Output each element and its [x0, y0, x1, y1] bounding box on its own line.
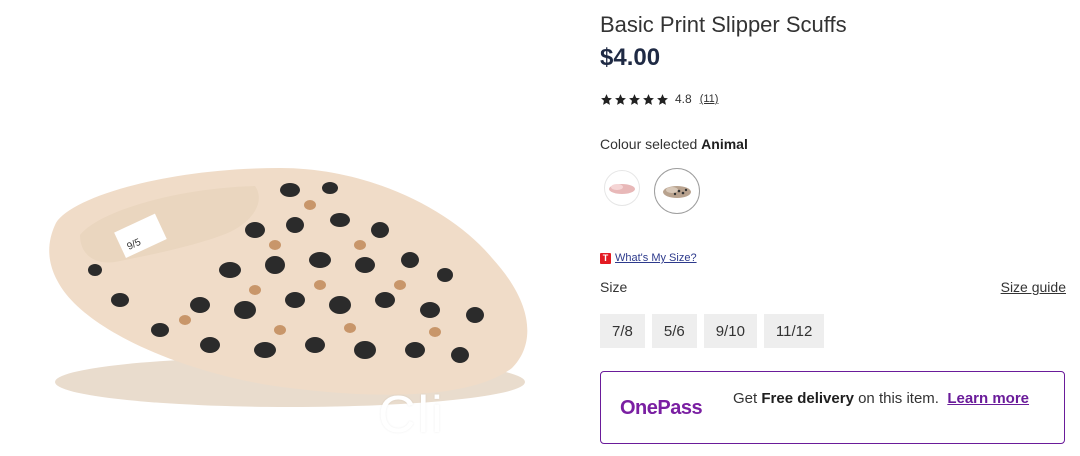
star-icon	[629, 93, 640, 105]
swatch-pink[interactable]	[604, 170, 640, 206]
colour-selected: Colour selected Animal	[600, 136, 748, 152]
animal-slipper-thumbnail	[663, 186, 691, 198]
onepass-text-prefix: Get	[733, 390, 762, 407]
image-overlay-text: Cli	[378, 386, 445, 444]
t-badge-icon: T	[600, 252, 611, 264]
star-icon	[601, 93, 612, 105]
onepass-message: Get Free delivery on this item. Learn mo…	[733, 390, 1053, 407]
size-option-7-8[interactable]: 7/8	[600, 314, 645, 348]
size-option-5-6[interactable]: 5/6	[651, 314, 697, 348]
colour-label: Colour selected	[600, 136, 698, 152]
rating-value: 4.8	[675, 92, 692, 106]
size-option-9-10[interactable]: 9/10	[703, 314, 757, 348]
size-label: Size	[600, 279, 628, 295]
review-count-link[interactable]: (11)	[700, 93, 719, 105]
onepass-banner: OnePass Get Free delivery on this item. …	[600, 371, 1065, 444]
size-options: 7/8 5/6 9/10 11/12	[600, 314, 825, 348]
whats-my-size[interactable]: T What's My Size?	[600, 252, 697, 264]
star-icon	[615, 93, 626, 105]
product-title: Basic Print Slipper Scuffs	[600, 12, 847, 37]
product-image: 9/5	[49, 168, 528, 407]
size-option-11-12[interactable]: 11/12	[763, 314, 825, 348]
rating-row[interactable]: 4.8 (11)	[600, 92, 718, 106]
product-image-area[interactable]: 9/5 Cli	[0, 0, 580, 456]
star-icon	[643, 93, 654, 105]
rating-stars	[600, 93, 669, 106]
whats-my-size-link[interactable]: What's My Size?	[615, 252, 697, 264]
product-price: $4.00	[600, 44, 661, 71]
product-info-panel: Basic Print Slipper Scuffs $4.00 4.8 (11…	[600, 0, 1070, 456]
onepass-text-bold: Free delivery	[761, 390, 854, 407]
swatch-animal[interactable]	[654, 168, 700, 214]
onepass-text-suffix: on this item.	[853, 390, 939, 407]
star-icon	[657, 93, 668, 105]
colour-value: Animal	[701, 136, 748, 152]
learn-more-link[interactable]: Learn more	[947, 390, 1029, 407]
onepass-logo: OnePass	[620, 397, 703, 419]
pink-slipper-thumbnail	[609, 184, 635, 194]
size-guide-link[interactable]: Size guide	[1001, 279, 1066, 295]
